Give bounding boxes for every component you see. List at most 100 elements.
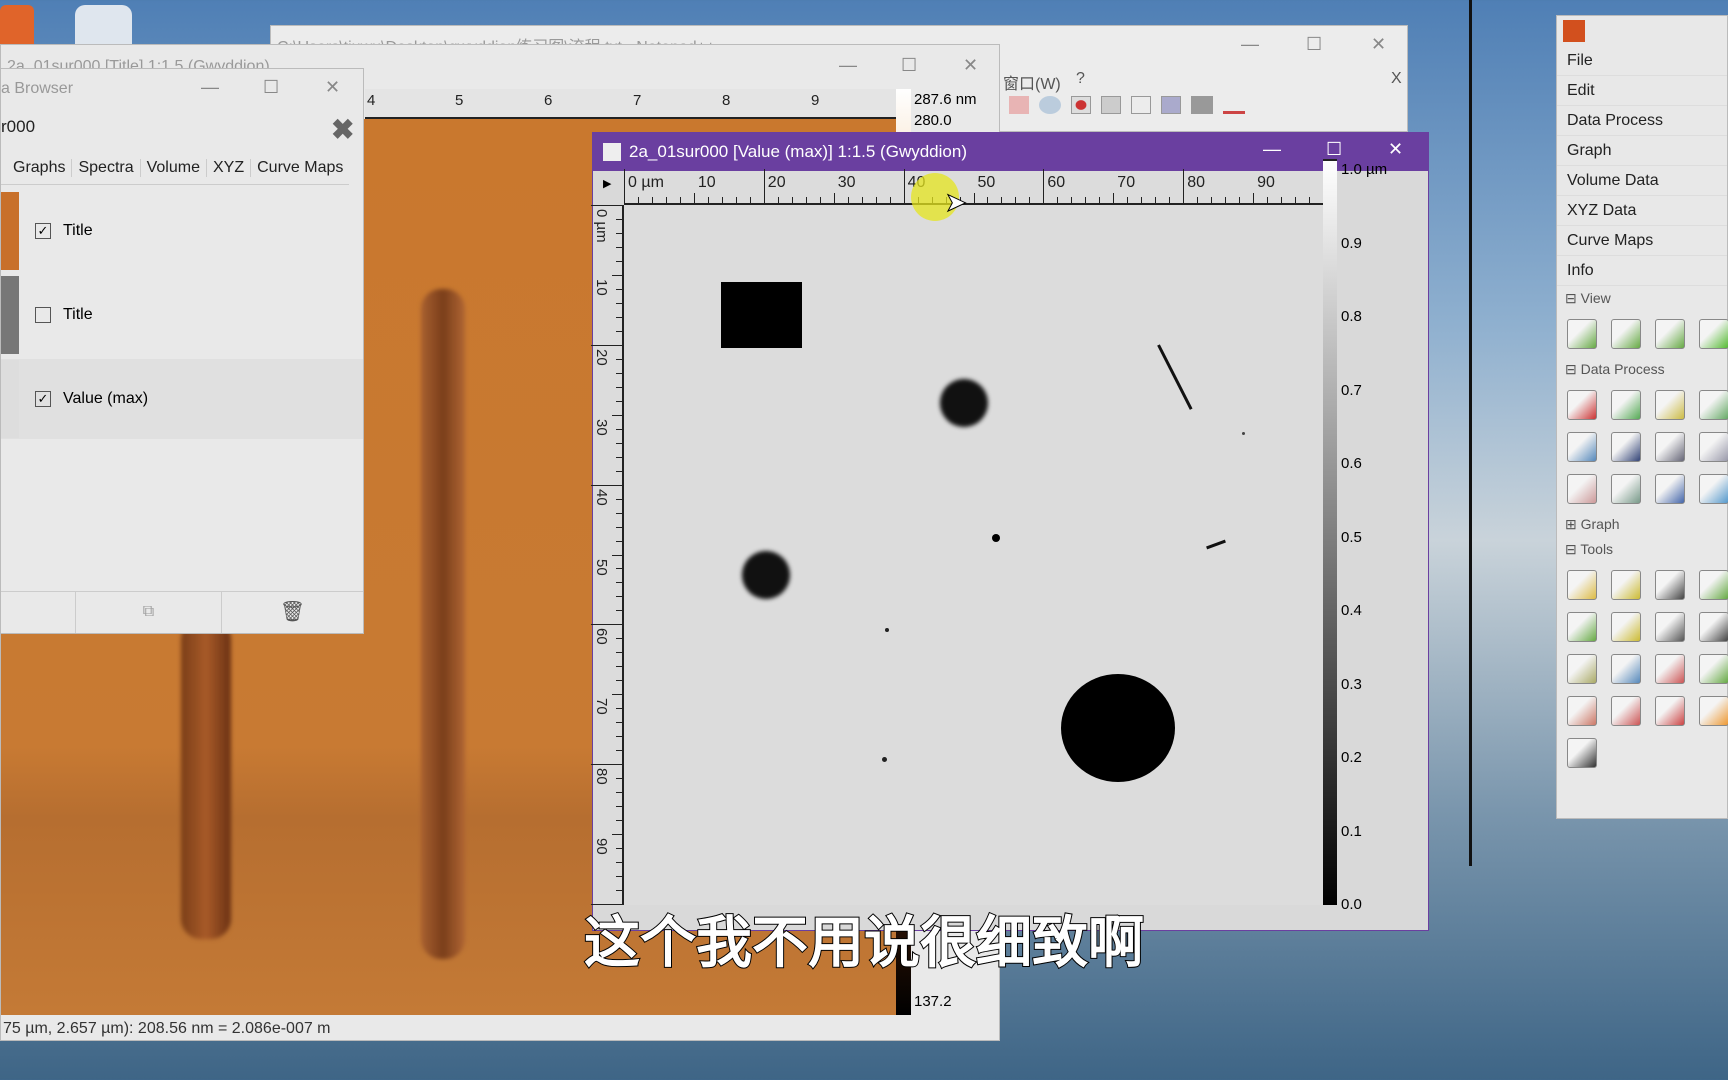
- stop-icon[interactable]: [1101, 96, 1121, 114]
- zoom-in-icon[interactable]: [1567, 319, 1597, 349]
- maximize-button[interactable]: ☐: [1326, 139, 1342, 160]
- tab-curve-maps[interactable]: Curve Maps: [250, 158, 349, 177]
- level-tool-icon[interactable]: [1567, 654, 1597, 684]
- maximize-button[interactable]: ☐: [901, 55, 917, 76]
- section-tools[interactable]: ⊟ Tools: [1557, 537, 1727, 562]
- menu-volume-data[interactable]: Volume Data: [1557, 166, 1727, 196]
- new-button[interactable]: [1, 592, 76, 633]
- minimize-button[interactable]: —: [201, 77, 219, 98]
- ruler-tick: [875, 197, 877, 203]
- menu-graph[interactable]: Graph: [1557, 136, 1727, 166]
- menu-xyz-data[interactable]: XYZ Data: [1557, 196, 1727, 226]
- fit-tool-icon[interactable]: [1567, 612, 1597, 642]
- mask-image[interactable]: [624, 205, 1323, 905]
- menu-help[interactable]: ?: [1076, 70, 1085, 88]
- menu-info[interactable]: Info: [1557, 256, 1727, 286]
- ruler-tick: [616, 512, 622, 514]
- zoom-out-icon[interactable]: [1655, 319, 1685, 349]
- list-item[interactable]: ✓ Value (max): [1, 359, 363, 439]
- crop-tool-icon[interactable]: [1699, 654, 1728, 684]
- ruler-tick: [616, 302, 622, 304]
- remove-spots-icon[interactable]: [1611, 696, 1641, 726]
- crosshair-tool-icon[interactable]: [1655, 570, 1685, 600]
- mark-icon[interactable]: [1567, 474, 1597, 504]
- save-macro-icon[interactable]: [1191, 96, 1213, 114]
- eye-icon[interactable]: [1039, 96, 1061, 114]
- y-tick-label: 10: [593, 278, 610, 296]
- gradient-icon[interactable]: [1699, 474, 1728, 504]
- ruler-tick: [616, 666, 622, 668]
- list-item[interactable]: Title: [1, 275, 363, 355]
- ruler-corner-arrow[interactable]: ▶: [603, 177, 611, 190]
- close-button[interactable]: ✕: [963, 55, 978, 76]
- section-view[interactable]: ⊟ View: [1557, 286, 1727, 311]
- mask-tool-icon[interactable]: [1611, 654, 1641, 684]
- sphere-icon[interactable]: [1655, 474, 1685, 504]
- arithmetic-icon[interactable]: [1699, 390, 1728, 420]
- browser-title: a Browser: [1, 80, 74, 97]
- remove-icon[interactable]: [1655, 696, 1685, 726]
- close-button[interactable]: ✕: [325, 77, 340, 98]
- statistics-icon[interactable]: [1611, 474, 1641, 504]
- close-button[interactable]: ✕: [1388, 139, 1403, 160]
- gwyddion-toolbox[interactable]: File Edit Data Process Graph Volume Data XYZ …: [1556, 15, 1728, 819]
- grain-tool-icon[interactable]: [1567, 696, 1597, 726]
- curve-tool-icon[interactable]: [1655, 612, 1685, 642]
- close-button[interactable]: ✕: [1371, 34, 1386, 55]
- visibility-checkbox[interactable]: [35, 307, 51, 323]
- maximize-button[interactable]: ☐: [263, 77, 279, 98]
- delete-button[interactable]: 🗑: [222, 592, 363, 633]
- stats-tool-icon[interactable]: [1611, 612, 1641, 642]
- play-icon[interactable]: [1131, 96, 1151, 114]
- folder-icon[interactable]: [1009, 96, 1029, 114]
- fast-forward-icon[interactable]: [1161, 96, 1181, 114]
- fft-icon[interactable]: [1567, 432, 1597, 462]
- close-file-button[interactable]: ✖: [331, 113, 354, 146]
- profile-tool-icon[interactable]: [1699, 570, 1728, 600]
- line-correct-icon[interactable]: [1611, 432, 1641, 462]
- colorbar-label: 0.6: [1341, 455, 1362, 472]
- scale-icon[interactable]: [1655, 390, 1685, 420]
- minimize-button[interactable]: —: [1263, 139, 1281, 160]
- grains-icon[interactable]: [1699, 432, 1728, 462]
- pointer-tool-icon[interactable]: [1567, 570, 1597, 600]
- minimize-button[interactable]: —: [1241, 34, 1259, 55]
- list-item[interactable]: ✓ Title: [1, 191, 363, 271]
- menu-window[interactable]: 窗口(W): [1003, 70, 1061, 94]
- 3d-view-icon[interactable]: [1699, 319, 1728, 349]
- ruler-tick: [1015, 197, 1017, 203]
- tab-xyz[interactable]: XYZ: [205, 158, 250, 177]
- distance-tool-icon[interactable]: [1611, 570, 1641, 600]
- maximize-button[interactable]: ☐: [1306, 34, 1322, 55]
- path-tool-icon[interactable]: [1567, 738, 1597, 768]
- title-bar[interactable]: 2a_01sur000 [Value (max)] 1:1.5 (Gwyddio…: [593, 133, 1428, 171]
- tab-spectra[interactable]: Spectra: [71, 158, 139, 177]
- section-data-process[interactable]: ⊟ Data Process: [1557, 357, 1727, 382]
- filter-tool-icon[interactable]: [1655, 654, 1685, 684]
- record-icon[interactable]: [1071, 96, 1091, 114]
- visibility-checkbox[interactable]: ✓: [35, 223, 51, 239]
- tab-graphs[interactable]: Graphs: [1, 159, 71, 177]
- crop-icon[interactable]: [1611, 390, 1641, 420]
- data-browser-window[interactable]: a Browser — ☐ ✕ r000 ✖ Graphs Spectra Vo…: [0, 68, 364, 634]
- zoom-1-1-icon[interactable]: [1611, 319, 1641, 349]
- menu-curve-maps[interactable]: Curve Maps: [1557, 226, 1727, 256]
- section-graph[interactable]: ⊞ Graph: [1557, 512, 1727, 537]
- colorrange-icon[interactable]: [1699, 696, 1728, 726]
- ruler-tick: [616, 358, 622, 360]
- visibility-checkbox[interactable]: ✓: [35, 391, 51, 407]
- minimize-button[interactable]: —: [839, 55, 857, 76]
- align-rows-icon[interactable]: [1655, 432, 1685, 462]
- menu-file[interactable]: File: [1557, 46, 1727, 76]
- ruler-tick: [1239, 197, 1241, 203]
- ruler-tick: [616, 568, 622, 570]
- tab-volume[interactable]: Volume: [139, 158, 206, 177]
- close-tab-button[interactable]: X: [1391, 70, 1402, 88]
- value-max-window[interactable]: 2a_01sur000 [Value (max)] 1:1.5 (Gwyddio…: [591, 132, 1429, 931]
- spectro-tool-icon[interactable]: [1699, 612, 1728, 642]
- spellcheck-icon[interactable]: [1223, 96, 1245, 114]
- menu-data-process[interactable]: Data Process: [1557, 106, 1727, 136]
- duplicate-button[interactable]: ⧉: [76, 592, 222, 633]
- level-icon[interactable]: [1567, 390, 1597, 420]
- menu-edit[interactable]: Edit: [1557, 76, 1727, 106]
